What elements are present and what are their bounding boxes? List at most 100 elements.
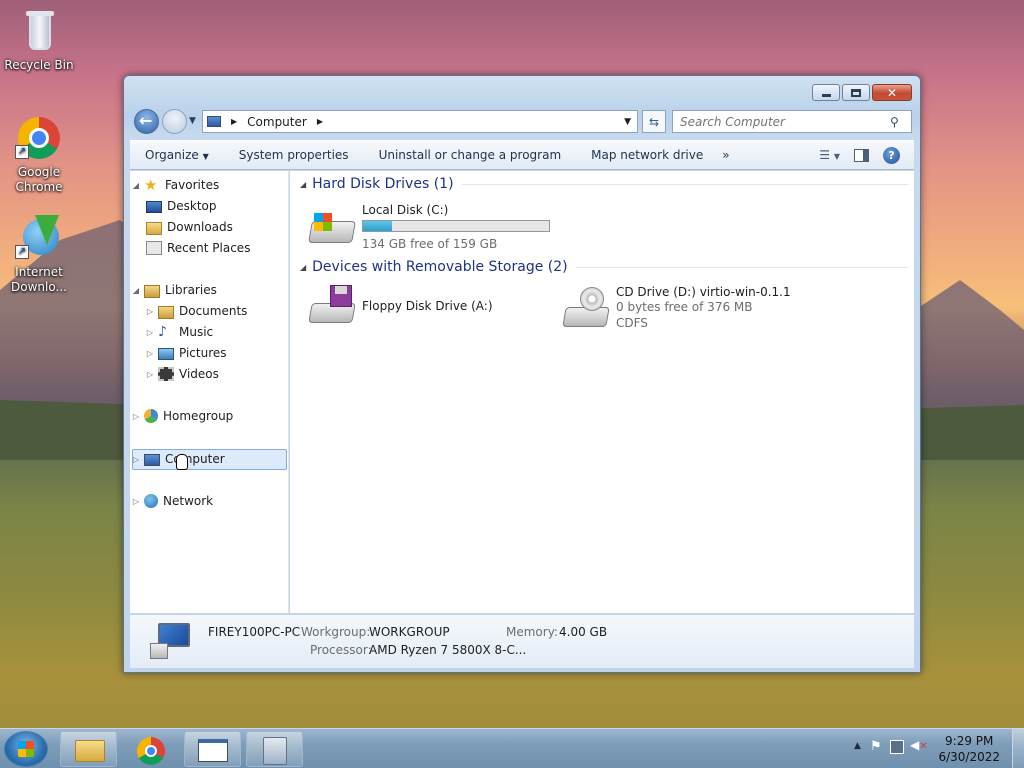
system-properties-button[interactable]: System properties xyxy=(224,148,364,162)
taskbar-task-manager-button[interactable] xyxy=(184,731,241,767)
desktop-icon-recycle-bin[interactable]: Recycle Bin xyxy=(0,8,78,73)
drive-name: Floppy Disk Drive (A:) xyxy=(362,299,493,313)
expand-arrow-icon[interactable]: ▷ xyxy=(130,497,142,506)
start-button[interactable] xyxy=(4,731,48,767)
drive-name: CD Drive (D:) virtio-win-0.1.1 xyxy=(616,285,791,299)
nav-item-homegroup[interactable]: ▷ Homegroup xyxy=(130,406,233,426)
back-arrow-icon: ← xyxy=(139,111,153,130)
pc-name: FIREY100PC-PC xyxy=(208,625,301,639)
expand-arrow-icon[interactable]: ▷ xyxy=(144,328,156,337)
taskbar-chrome-button[interactable] xyxy=(122,731,179,767)
taskbar-explorer-button[interactable] xyxy=(60,731,117,767)
drive-name: Local Disk (C:) xyxy=(362,203,449,217)
expand-arrow-icon[interactable]: ▷ xyxy=(144,370,156,379)
map-network-drive-button[interactable]: Map network drive xyxy=(576,148,718,162)
workgroup-label: Workgroup: xyxy=(301,625,371,639)
preview-pane-button[interactable] xyxy=(854,148,869,162)
search-box[interactable]: ⚲ xyxy=(672,110,912,133)
breadcrumb-computer[interactable]: Computer xyxy=(247,115,307,129)
processor-value: AMD Ryzen 7 5800X 8-C... xyxy=(369,643,527,657)
memory-label: Memory: xyxy=(506,625,558,639)
system-clock[interactable]: 9:29 PM 6/30/2022 xyxy=(938,733,1000,765)
memory-value: 4.00 GB xyxy=(559,625,608,639)
expand-arrow-icon[interactable]: ◢ xyxy=(130,286,142,295)
search-input[interactable] xyxy=(680,114,890,129)
chevron-down-icon: ▼ xyxy=(202,152,209,161)
uninstall-program-button[interactable]: Uninstall or change a program xyxy=(364,148,577,162)
desktop-icon-internet-download-manager[interactable]: ↗ Internet Downlo... xyxy=(0,215,78,295)
chrome-icon: ↗ xyxy=(15,115,63,163)
desktop-icon-label: Recycle Bin xyxy=(4,58,74,72)
drive-cd-d[interactable]: CD Drive (D:) virtio-win-0.1.1 0 bytes f… xyxy=(562,285,791,331)
drive-local-disk-c[interactable]: Local Disk (C:) 134 GB free of 159 GB xyxy=(308,203,550,252)
refresh-button[interactable]: ⇆ xyxy=(642,110,666,133)
more-commands-button[interactable]: » xyxy=(718,148,733,162)
navigation-row: ← ▼ ▶ Computer ▶ ▼ ⇆ ⚲ xyxy=(132,107,912,135)
close-button[interactable]: ✕ xyxy=(872,84,912,101)
nav-item-music[interactable]: ▷ ♪ Music xyxy=(144,322,213,342)
breadcrumb-separator[interactable]: ▶ xyxy=(317,117,323,126)
nav-item-videos[interactable]: ▷ Videos xyxy=(144,364,219,384)
nav-item-libraries[interactable]: ◢ Libraries xyxy=(130,280,217,300)
volume-muted-icon[interactable]: ◀✕ xyxy=(910,738,928,752)
organize-button[interactable]: Organize ▼ xyxy=(130,148,224,162)
recent-pages-dropdown[interactable]: ▼ xyxy=(189,116,196,126)
workgroup-value: WORKGROUP xyxy=(369,625,450,639)
taskbar-control-panel-button[interactable] xyxy=(246,731,303,767)
recent-places-icon xyxy=(146,241,162,255)
nav-item-pictures[interactable]: ▷ Pictures xyxy=(144,343,227,363)
clock-time: 9:29 PM xyxy=(945,734,994,748)
caption-buttons: ✕ xyxy=(812,84,912,101)
expand-arrow-icon[interactable]: ▷ xyxy=(144,349,156,358)
system-tray: ▲ ⚑ ◀✕ 9:29 PM 6/30/2022 xyxy=(838,729,1024,768)
computer-icon xyxy=(144,453,160,466)
breadcrumb-separator[interactable]: ▶ xyxy=(231,117,237,126)
control-panel-icon xyxy=(263,737,287,765)
minimize-button[interactable] xyxy=(812,84,840,101)
favorites-star-icon: ★ xyxy=(144,176,158,194)
close-icon: ✕ xyxy=(886,85,898,100)
nav-item-documents[interactable]: ▷ Documents xyxy=(144,301,247,321)
collapse-arrow-icon[interactable]: ◢ xyxy=(300,263,306,272)
disk-usage-fill xyxy=(363,221,393,231)
action-center-flag-icon[interactable]: ⚑ xyxy=(870,739,882,754)
folder-icon xyxy=(75,740,105,762)
show-hidden-icons-button[interactable]: ▲ xyxy=(854,741,861,751)
back-button[interactable]: ← xyxy=(134,109,159,134)
nav-item-downloads[interactable]: Downloads xyxy=(144,217,233,237)
network-tray-icon[interactable] xyxy=(890,740,904,754)
expand-arrow-icon[interactable]: ▷ xyxy=(144,307,156,316)
group-header-hard-disks[interactable]: ◢ Hard Disk Drives (1) xyxy=(300,176,908,192)
expand-arrow-icon[interactable]: ▷ xyxy=(130,412,142,421)
minimize-icon xyxy=(821,93,831,97)
address-dropdown-button[interactable]: ▼ xyxy=(624,117,631,127)
group-header-removable-storage[interactable]: ◢ Devices with Removable Storage (2) xyxy=(300,259,908,275)
help-button[interactable]: ? xyxy=(883,146,900,164)
change-view-button[interactable]: ☰ ▼ xyxy=(819,148,840,162)
drive-floppy-a[interactable]: Floppy Disk Drive (A:) xyxy=(308,283,493,329)
collapse-arrow-icon[interactable]: ◢ xyxy=(300,180,306,189)
drive-free-space: 0 bytes free of 376 MB xyxy=(616,300,753,314)
nav-item-network[interactable]: ▷ Network xyxy=(130,491,213,511)
maximize-icon xyxy=(851,88,861,97)
hard-drive-windows-icon xyxy=(308,203,358,249)
search-icon[interactable]: ⚲ xyxy=(890,115,899,129)
videos-icon xyxy=(158,367,174,381)
show-desktop-button[interactable] xyxy=(1012,729,1024,768)
desktop-icon-google-chrome[interactable]: ↗ Google Chrome xyxy=(0,115,78,195)
toolbar-right-group: ☰ ▼ ? xyxy=(819,146,914,164)
group-divider xyxy=(575,266,908,268)
forward-button[interactable] xyxy=(162,109,187,134)
nav-item-favorites[interactable]: ◢ ★ Favorites xyxy=(130,175,219,195)
address-bar[interactable]: ▶ Computer ▶ ▼ xyxy=(202,110,638,133)
music-icon: ♪ xyxy=(158,324,167,340)
expand-arrow-icon[interactable]: ◢ xyxy=(130,181,142,190)
drive-free-space: 134 GB free of 159 GB xyxy=(362,237,498,251)
desktop-icon-label: Google Chrome xyxy=(15,165,63,194)
clock-date: 6/30/2022 xyxy=(938,750,1000,764)
nav-item-recent-places[interactable]: Recent Places xyxy=(144,238,250,258)
nav-item-desktop[interactable]: Desktop xyxy=(144,196,217,216)
maximize-button[interactable] xyxy=(842,84,870,101)
expand-arrow-icon[interactable]: ▷ xyxy=(130,455,142,464)
libraries-icon xyxy=(144,284,160,298)
